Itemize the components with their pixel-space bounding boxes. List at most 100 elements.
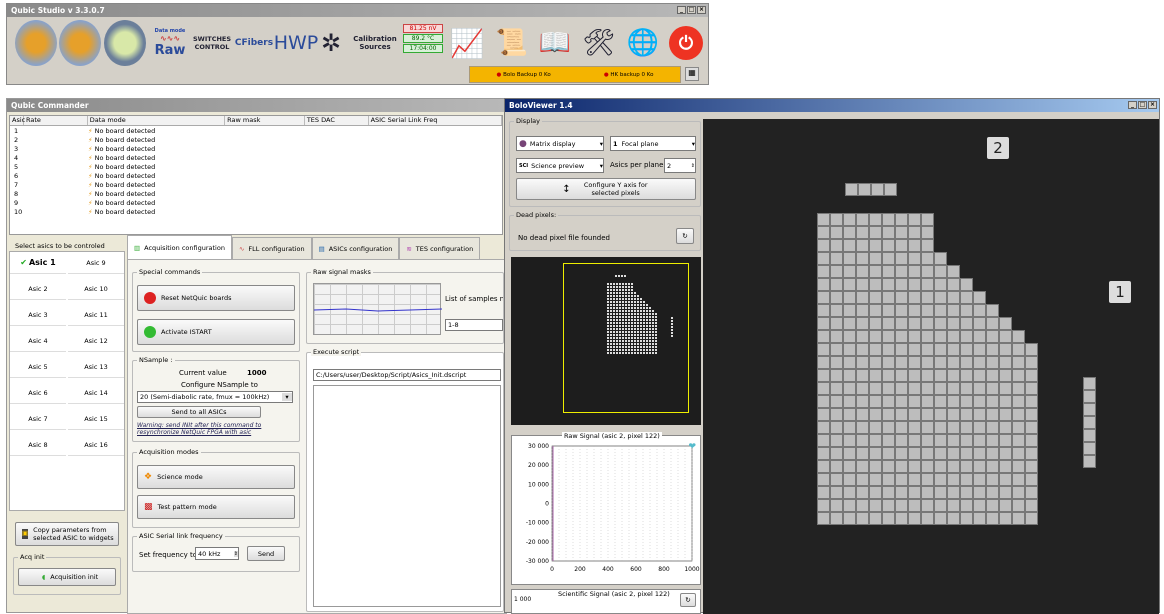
pixel-cell[interactable] [856,265,869,278]
pixel-cell[interactable] [843,252,856,265]
minimize-icon[interactable]: _ [677,6,686,14]
book-icon[interactable]: 📖 [535,20,575,66]
pixel-cell[interactable] [843,278,856,291]
table-row[interactable]: 7 ⚡ No board detected [10,180,502,189]
pixel-cell[interactable] [856,356,869,369]
pixel-cell[interactable] [882,369,895,382]
pixel-cell[interactable] [817,343,830,356]
pixel-cell[interactable] [921,408,934,421]
pixel-cell[interactable] [921,330,934,343]
pixel-cell[interactable] [947,486,960,499]
pixel-cell[interactable] [817,213,830,226]
pixel-cell[interactable] [895,239,908,252]
pixel-cell[interactable] [817,434,830,447]
pixel-cell[interactable] [973,369,986,382]
pixel-cell[interactable] [843,382,856,395]
asic-toggle[interactable]: Asic 15 [68,408,124,430]
pixel-cell[interactable] [986,421,999,434]
pixel-cell[interactable] [947,317,960,330]
pixel-cell[interactable] [882,265,895,278]
matrix-display-select[interactable]: ● Matrix display ▾ [516,136,604,151]
cfibers-button[interactable]: CFibers [235,20,273,66]
pixel-cell[interactable] [895,382,908,395]
pixel-cell[interactable] [895,434,908,447]
pixel-cell[interactable] [1012,330,1025,343]
tab-tes-configuration[interactable]: ≋ TES configuration [399,237,481,259]
pixel-cell[interactable] [999,408,1012,421]
pixel-cell[interactable] [1083,390,1096,403]
maximize-icon[interactable]: □ [1138,101,1147,109]
pixel-cell[interactable] [973,499,986,512]
pixel-cell[interactable] [895,447,908,460]
pixel-cell[interactable] [973,343,986,356]
pixel-cell[interactable] [882,382,895,395]
pixel-cell[interactable] [830,343,843,356]
pixel-cell[interactable] [908,265,921,278]
pixel-cell[interactable] [895,343,908,356]
send-to-all-asics-button[interactable]: Send to all ASICs [137,406,261,418]
pixel-cell[interactable] [895,226,908,239]
pixel-cell[interactable] [921,460,934,473]
pixel-cell[interactable] [882,434,895,447]
table-row[interactable]: 4 ⚡ No board detected [10,153,502,162]
power-icon[interactable]: ⏻ [669,26,703,60]
pixel-cell[interactable] [947,304,960,317]
pixel-cell[interactable] [869,265,882,278]
pixel-cell[interactable] [817,460,830,473]
pixel-cell[interactable] [817,473,830,486]
pixel-cell[interactable] [817,226,830,239]
send-frequency-button[interactable]: Send [247,546,285,561]
pixel-cell[interactable] [960,460,973,473]
pixel-cell[interactable] [830,499,843,512]
asic-toggle[interactable]: Asic 6 [10,382,66,404]
pixel-cell[interactable] [843,317,856,330]
pixel-cell[interactable] [921,486,934,499]
pixel-cell[interactable] [830,395,843,408]
pixel-cell[interactable] [921,369,934,382]
pixel-cell[interactable] [843,330,856,343]
pixel-cell[interactable] [869,408,882,421]
heart-icon[interactable]: ❤ [688,442,696,452]
pixel-cell[interactable] [830,434,843,447]
pixel-cell[interactable] [895,265,908,278]
spin-arrows-icon[interactable]: ⇕ [691,163,695,169]
test-pattern-mode-button[interactable]: ▩ Test pattern mode [137,495,295,519]
pixel-cell[interactable] [947,395,960,408]
pixel-cell[interactable] [895,408,908,421]
pixel-cell[interactable] [986,330,999,343]
table-row[interactable]: 2 ⚡ No board detected [10,135,502,144]
telescope-icon[interactable]: ✲ [316,20,346,66]
pixel-cell[interactable] [830,330,843,343]
pixel-cell[interactable] [908,499,921,512]
pixel-cell[interactable] [908,330,921,343]
pixel-cell[interactable] [947,369,960,382]
pixel-cell[interactable] [843,369,856,382]
pixel-cell[interactable] [986,395,999,408]
pixel-cell[interactable] [934,460,947,473]
pixel-cell[interactable] [882,252,895,265]
pixel-cell[interactable] [973,408,986,421]
pixel-cell[interactable] [869,447,882,460]
pixel-cell[interactable] [973,460,986,473]
pixel-cell[interactable] [830,265,843,278]
pixel-cell[interactable] [973,447,986,460]
pixel-cell[interactable] [817,421,830,434]
pixel-cell[interactable] [895,304,908,317]
asic-toggle[interactable]: Asic 11 [68,304,124,326]
pixel-cell[interactable] [856,408,869,421]
pixel-cell[interactable] [895,317,908,330]
pixel-cell[interactable] [921,317,934,330]
pixel-cell[interactable] [1025,473,1038,486]
pixel-cell[interactable] [960,473,973,486]
pixel-cell[interactable] [908,226,921,239]
calibration-sources-button[interactable]: Calibration Sources [351,20,399,66]
table-row[interactable]: 9 ⚡ No board detected [10,198,502,207]
pixel-cell[interactable] [947,447,960,460]
pixel-cell[interactable] [856,213,869,226]
pixel-cell[interactable] [960,291,973,304]
pixel-cell[interactable] [908,356,921,369]
pixel-cell[interactable] [882,395,895,408]
pixel-cell[interactable] [934,369,947,382]
pixel-cell[interactable] [1012,369,1025,382]
pixel-cell[interactable] [817,317,830,330]
